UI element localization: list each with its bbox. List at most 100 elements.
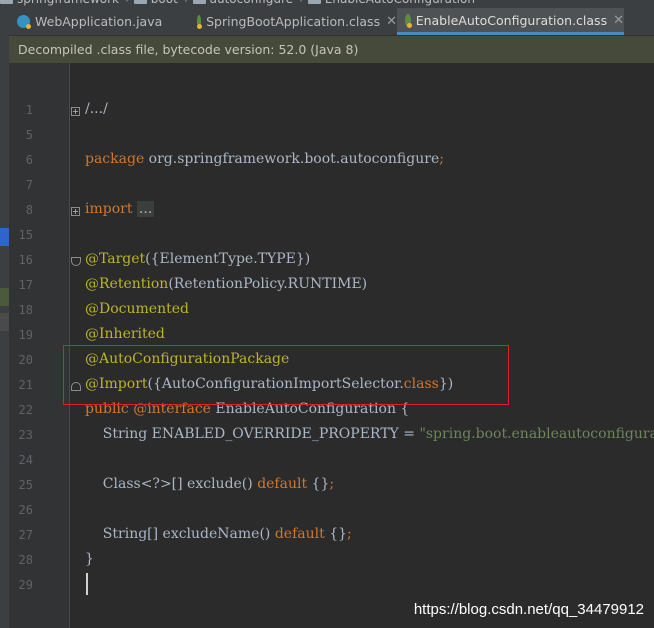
line-number: 25 [18,478,33,492]
code-token: org.springframework.boot.autoconfigure [144,151,440,167]
line-number: 19 [18,328,33,342]
code-line: 1 /.../ [9,99,654,124]
code-line: 28} [9,549,654,574]
folder-icon [0,0,13,4]
folder-icon [307,0,321,4]
line-number: 15 [18,228,33,242]
close-icon[interactable]: ✕ [386,14,397,29]
line-number: 17 [18,278,33,292]
code-token: @Target [85,251,146,267]
class-file-icon [197,15,203,29]
code-token: default [257,476,308,492]
line-number: 20 [18,353,33,367]
code-text: package org.springframework.boot.autocon… [85,151,444,167]
code-text: @Documented [85,301,189,317]
line-number: 7 [25,178,33,192]
editor-tab-bar: WebApplication.java SpringBootApplicatio… [9,8,654,36]
line-number: 6 [25,153,33,167]
code-token: ; [347,526,352,542]
line-number: 24 [18,453,33,467]
breadcrumb-item[interactable]: springframework [0,0,119,6]
code-text: /.../ [85,101,108,117]
line-number: 1 [25,103,33,117]
tab-label: SpringBootApplication.class [206,14,381,29]
strip-marker [0,288,9,306]
code-line: 8 import ... [9,199,654,224]
folder-icon [192,0,206,4]
line-number: 23 [18,428,33,442]
code-token: package [85,151,145,167]
line-number: 22 [18,403,33,417]
code-text: String[] excludeName() default {}; [85,526,352,542]
code-token: @Documented [85,301,189,317]
line-number: 26 [18,503,33,517]
breadcrumb-separator: › [125,0,130,6]
code-text: } [85,551,94,567]
code-token: @Inherited [85,326,165,342]
strip-selection-marker [0,228,9,246]
strip-marker [0,313,9,331]
breadcrumb-items: springframework › boot › autoconfigure › Enabl… [0,0,481,7]
close-icon[interactable]: ✕ [613,13,624,28]
code-token: String[] excludeName() [85,526,275,542]
code-token: {} [307,476,330,492]
breadcrumb-separator: › [299,0,304,6]
breadcrumb-label: autoconfigure [210,0,293,6]
class-file-icon [405,13,412,28]
code-token: import [85,201,133,217]
code-line: 15 [9,224,654,249]
line-number: 28 [18,553,33,567]
code-token: ; [329,476,335,492]
breadcrumb-separator: › [184,0,189,6]
line-number: 27 [18,528,33,542]
tab-enableautoconfiguration-class[interactable]: EnableAutoConfiguration.class ✕ [397,8,624,35]
text-caret [86,573,88,595]
code-text: @Target({ElementType.TYPE}) [85,251,310,267]
code-token: String ENABLED_OVERRIDE_PROPERTY = [85,426,420,442]
code-text: Class<?>[] exclude() default {}; [85,476,334,492]
line-number: 5 [25,128,33,142]
annotation-highlight-box [63,345,509,405]
line-number: 18 [18,303,33,317]
code-token: ; [439,151,444,167]
code-token: {} [324,526,348,542]
code-line: 24 [9,449,654,474]
code-line: 5 [9,124,654,149]
code-line: 26 [9,499,654,524]
line-number: 21 [18,378,33,392]
code-text: import ... [85,201,155,217]
tool-window-strip [0,8,9,628]
breadcrumb-label: boot [151,0,178,6]
tab-label: EnableAutoConfiguration.class [415,12,608,28]
code-token: /.../ [85,101,108,117]
code-token: @Retention [85,276,169,292]
code-line: 18 @Documented [9,299,654,324]
code-text: @Retention(RetentionPolicy.RUNTIME) [85,276,367,292]
line-number: 29 [18,578,33,592]
line-number: 16 [18,253,33,267]
code-line: 16 @Target({ElementType.TYPE}) [9,249,654,274]
breadcrumb-item[interactable]: EnableAutoConfiguration [307,0,475,6]
code-token: Class<?>[] exclude() [85,476,258,492]
watermark: https://blog.csdn.net/qq_34479912 [413,601,644,618]
code-line: 17 @Retention(RetentionPolicy.RUNTIME) [9,274,654,299]
breadcrumb-label: springframework [17,0,119,6]
code-token: ({ElementType.TYPE}) [145,251,311,267]
code-line: 23 String ENABLED_OVERRIDE_PROPERTY = "s… [9,424,654,449]
code-token: ... [136,201,155,217]
code-token: } [85,551,94,567]
tab-springbootapplication-class[interactable]: SpringBootApplication.class ✕ [189,8,397,35]
code-line: 29 [9,574,654,599]
breadcrumb-item[interactable]: boot [133,0,178,6]
code-token: default [274,526,325,542]
code-token: "spring.boot.enableautoconfigura [419,426,654,442]
breadcrumb: springframework › boot › autoconfigure › Enabl… [0,0,654,8]
fold-expand-icon[interactable] [71,207,80,216]
java-class-icon [17,15,31,29]
breadcrumb-item[interactable]: autoconfigure [192,0,293,6]
tab-webapplication-java[interactable]: WebApplication.java [9,8,189,35]
fold-expand-icon[interactable] [71,107,80,116]
code-text: @Inherited [85,326,165,342]
breadcrumb-label: EnableAutoConfiguration [325,0,475,6]
code-line: 6 package org.springframework.boot.autoco… [9,149,654,174]
